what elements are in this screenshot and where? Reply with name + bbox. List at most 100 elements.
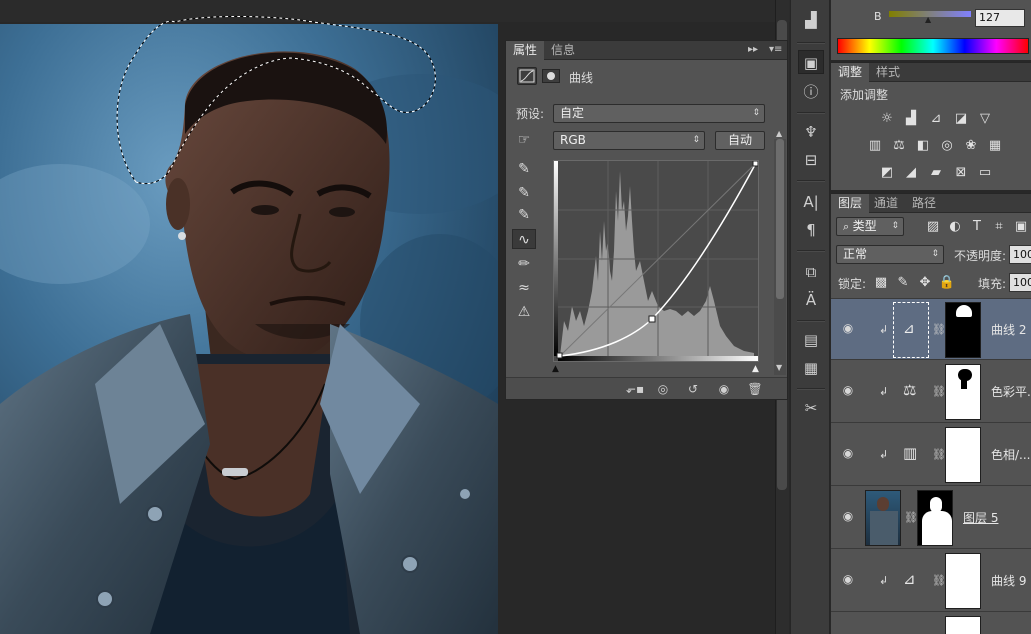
hue-saturation-adjustment-icon[interactable]: ▥ [903,444,917,462]
gray-point-eyedropper-icon[interactable]: ✎ [512,183,536,203]
layer-image-thumbnail[interactable] [865,490,901,546]
curves-adjustment-icon[interactable]: ⊿ [903,570,916,588]
tab-layers[interactable]: 图层 [831,194,870,213]
opacity-input[interactable]: 100 [1009,245,1031,264]
channel-mixer-icon[interactable]: ❀ [961,137,981,155]
properties-scroll-thumb[interactable] [776,139,784,299]
clipping-warning-icon[interactable]: ⚠ [512,302,536,322]
hue-saturation-icon[interactable]: ▥ [865,137,885,155]
chain-link-icon[interactable]: ⛓ [904,511,918,524]
notes-icon[interactable]: ▤ [798,328,824,352]
tab-channels[interactable]: 通道 [867,194,905,213]
smooth-curve-icon[interactable]: ≈ [512,278,536,298]
histogram-icon[interactable]: ▟ [798,8,824,32]
channel-select[interactable]: RGB ⇕ [553,131,705,150]
curves-adjustment-icon[interactable] [517,67,537,85]
info-icon[interactable]: ⓘ [798,80,824,104]
layer-mask-thumbnail[interactable] [945,302,981,358]
character-icon[interactable]: A| [798,190,824,214]
toggle-visibility-icon[interactable]: ◉ [713,380,735,398]
clone-source-icon[interactable]: ⧉ [798,260,824,284]
visibility-eye-icon[interactable]: ◉ [841,446,855,460]
chain-link-icon[interactable]: ⛓ [932,448,946,461]
white-input-slider[interactable]: ▲ [752,364,759,374]
auto-button[interactable]: 自动 [715,131,765,150]
lock-position-icon[interactable]: ✥ [915,274,935,292]
clip-to-layer-icon[interactable]: ⬐▪ [624,380,646,398]
character-styles-icon[interactable]: Ä [798,288,824,312]
layer-row-color-balance[interactable]: ◉ ↲ ⚖ ⛓ 色彩平... [831,361,1031,423]
gradient-map-icon[interactable]: ▭ [975,164,995,182]
layer-mask-thumbnail[interactable] [945,553,981,609]
black-point-eyedropper-icon[interactable]: ✎ [512,159,536,179]
black-white-icon[interactable]: ◧ [913,137,933,155]
visibility-eye-icon[interactable]: ◉ [841,383,855,397]
color-balance-icon[interactable]: ⚖ [889,137,909,155]
filter-shape-icon[interactable]: ⌗ [989,218,1009,236]
curve-edit-points-icon[interactable]: ∿ [512,229,536,249]
photo-filter-icon[interactable]: ◎ [937,137,957,155]
chain-link-icon[interactable]: ⛓ [932,385,946,398]
reset-icon[interactable]: ↺ [682,380,704,398]
scroll-up-icon[interactable]: ▲ [776,129,782,138]
blend-mode-select[interactable]: 正常 ⇕ [836,245,944,264]
curves-icon[interactable]: ⊿ [926,110,946,128]
layer-row-layer-5[interactable]: ◉ ⛓ 图层 5 [831,487,1031,549]
filter-smart-object-icon[interactable]: ▣ [1011,218,1031,236]
fill-input[interactable]: 100 [1009,273,1031,292]
filter-type-icon[interactable]: T [967,218,987,236]
layer-name[interactable]: 色相/... [991,446,1031,463]
preset-select[interactable]: 自定 ⇕ [553,104,765,123]
layer-filter-select[interactable]: ⌕ 类型 ⇕ [836,217,904,236]
layer-name[interactable]: 色彩平... [991,383,1031,400]
blue-value-input[interactable]: 127 [975,9,1025,27]
lock-transparent-icon[interactable]: ▩ [871,274,891,292]
layer-mask-thumbnail[interactable] [945,427,981,483]
invert-icon[interactable]: ◩ [877,164,897,182]
brush-presets-icon[interactable]: ♆ [798,120,824,144]
exposure-icon[interactable]: ◪ [951,110,971,128]
scroll-down-icon[interactable]: ▼ [776,363,782,372]
color-lookup-icon[interactable]: ▦ [985,137,1005,155]
chain-link-icon[interactable]: ⛓ [932,323,946,336]
layer-row-curves-2[interactable]: ◉ ↲ ⊿ ⛓ 曲线 2 [831,298,1031,360]
brightness-contrast-icon[interactable]: ☼ [877,110,897,128]
curves-graph[interactable] [553,160,759,362]
curves-adjustment-thumbnail[interactable]: ⊿ [893,302,929,358]
color-balance-adjustment-icon[interactable]: ⚖ [903,381,916,399]
properties-dock-icon[interactable]: ▣ [798,50,824,74]
filter-pixel-icon[interactable]: ▨ [923,218,943,236]
tab-properties[interactable]: 属性 [506,41,545,60]
posterize-icon[interactable]: ◢ [901,164,921,182]
visibility-eye-icon[interactable]: ◉ [841,509,855,523]
black-input-slider[interactable]: ▲ [552,364,559,374]
layer-mask-icon[interactable] [542,69,560,83]
targeted-adjustment-hand-icon[interactable]: ☞ [512,130,536,150]
tab-info[interactable]: 信息 [544,41,582,60]
layer-row-hue-saturation[interactable]: ◉ ↲ ▥ ⛓ 色相/... [831,424,1031,486]
lock-all-icon[interactable]: 🔒 [937,274,957,292]
threshold-icon[interactable]: ▰ [926,164,946,182]
tab-adjustments[interactable]: 调整 [831,63,870,82]
layer-row-partial[interactable] [831,613,1031,634]
layer-row-curves-9[interactable]: ◉ ↲ ⊿ ⛓ 曲线 9 [831,550,1031,612]
chain-link-icon[interactable]: ⛓ [932,574,946,587]
pencil-draw-icon[interactable]: ✏ [512,254,536,274]
layer-mask-thumbnail[interactable] [917,490,953,546]
visibility-eye-icon[interactable]: ◉ [841,572,855,586]
selective-color-icon[interactable]: ⊠ [951,164,971,182]
layer-name[interactable]: 曲线 2 [991,321,1026,338]
lock-image-icon[interactable]: ✎ [893,274,913,292]
white-point-eyedropper-icon[interactable]: ✎ [512,205,536,225]
tab-paths[interactable]: 路径 [905,194,943,213]
color-spectrum-bar[interactable] [837,38,1029,54]
filter-adjustment-icon[interactable]: ◐ [945,218,965,236]
tool-presets-icon[interactable]: ✂ [798,396,824,420]
levels-icon[interactable]: ▟ [901,110,921,128]
layer-name[interactable]: 曲线 9 [991,572,1026,589]
layer-name[interactable]: 图层 5 [963,509,998,526]
brush-settings-icon[interactable]: ⊟ [798,148,824,172]
tab-styles[interactable]: 样式 [869,63,907,82]
layer-mask-thumbnail[interactable] [945,364,981,420]
layer-mask-thumbnail[interactable] [945,616,981,634]
